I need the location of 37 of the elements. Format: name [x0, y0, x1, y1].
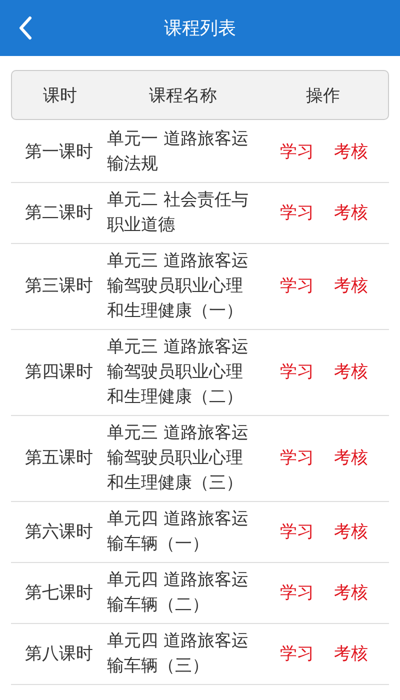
lesson-cell-text: 第二课时	[24, 202, 94, 224]
lesson-cell-text: 第六课时	[24, 520, 94, 544]
action-link[interactable]: 学习	[280, 140, 314, 164]
action-link[interactable]: 学习	[280, 642, 314, 666]
action-link[interactable]: 考核	[334, 360, 368, 385]
action-link[interactable]: 学习	[280, 520, 314, 544]
lesson-cell-text: 第三课时	[24, 275, 94, 298]
action-link[interactable]: 学习	[280, 446, 314, 471]
column-header: 课程名称	[148, 84, 218, 106]
action-link[interactable]: 学习	[280, 360, 314, 385]
course-name-cell-text: 单元三 道路旅客运输驾驶员职业心理和生理健康（二）	[107, 336, 250, 409]
action-link[interactable]: 学习	[280, 274, 314, 299]
lesson-cell-text: 第一课时	[24, 140, 94, 164]
course-name-cell-text: 单元一 道路旅客运输法规	[107, 128, 250, 176]
lesson-cell-text: 第八课时	[24, 642, 94, 666]
page-title: 课程列表	[164, 17, 236, 40]
back-icon[interactable]	[18, 16, 32, 40]
course-name-cell-text: 单元四 道路旅客运输车辆（一）	[107, 508, 250, 556]
action-link[interactable]: 考核	[334, 140, 368, 164]
course-name-cell-text: 单元四 道路旅客运输车辆（三）	[107, 630, 250, 678]
course-name-cell-text: 单元三 道路旅客运输驾驶员职业心理和生理健康（一）	[107, 250, 250, 323]
action-link[interactable]: 学习	[280, 580, 314, 606]
action-link[interactable]: 考核	[334, 446, 368, 471]
action-link[interactable]: 学习	[280, 200, 314, 226]
action-link[interactable]: 考核	[334, 580, 368, 606]
column-header: 课时	[42, 84, 78, 106]
course-name-cell-text: 单元四 道路旅客运输车辆（二）	[107, 569, 250, 617]
course-name-cell-text: 单元三 道路旅客运输驾驶员职业心理和生理健康（三）	[107, 422, 250, 495]
course-name-cell-text: 单元二 社会责任与职业道德	[107, 189, 250, 237]
lesson-cell-text: 第七课时	[24, 582, 94, 604]
action-link[interactable]: 考核	[334, 274, 368, 299]
column-header: 操作	[305, 84, 341, 106]
action-link[interactable]: 考核	[334, 642, 368, 666]
lesson-cell-text: 第四课时	[24, 361, 94, 384]
lesson-cell-text: 第五课时	[24, 447, 94, 470]
action-link[interactable]: 考核	[334, 520, 368, 544]
action-link[interactable]: 考核	[334, 200, 368, 226]
